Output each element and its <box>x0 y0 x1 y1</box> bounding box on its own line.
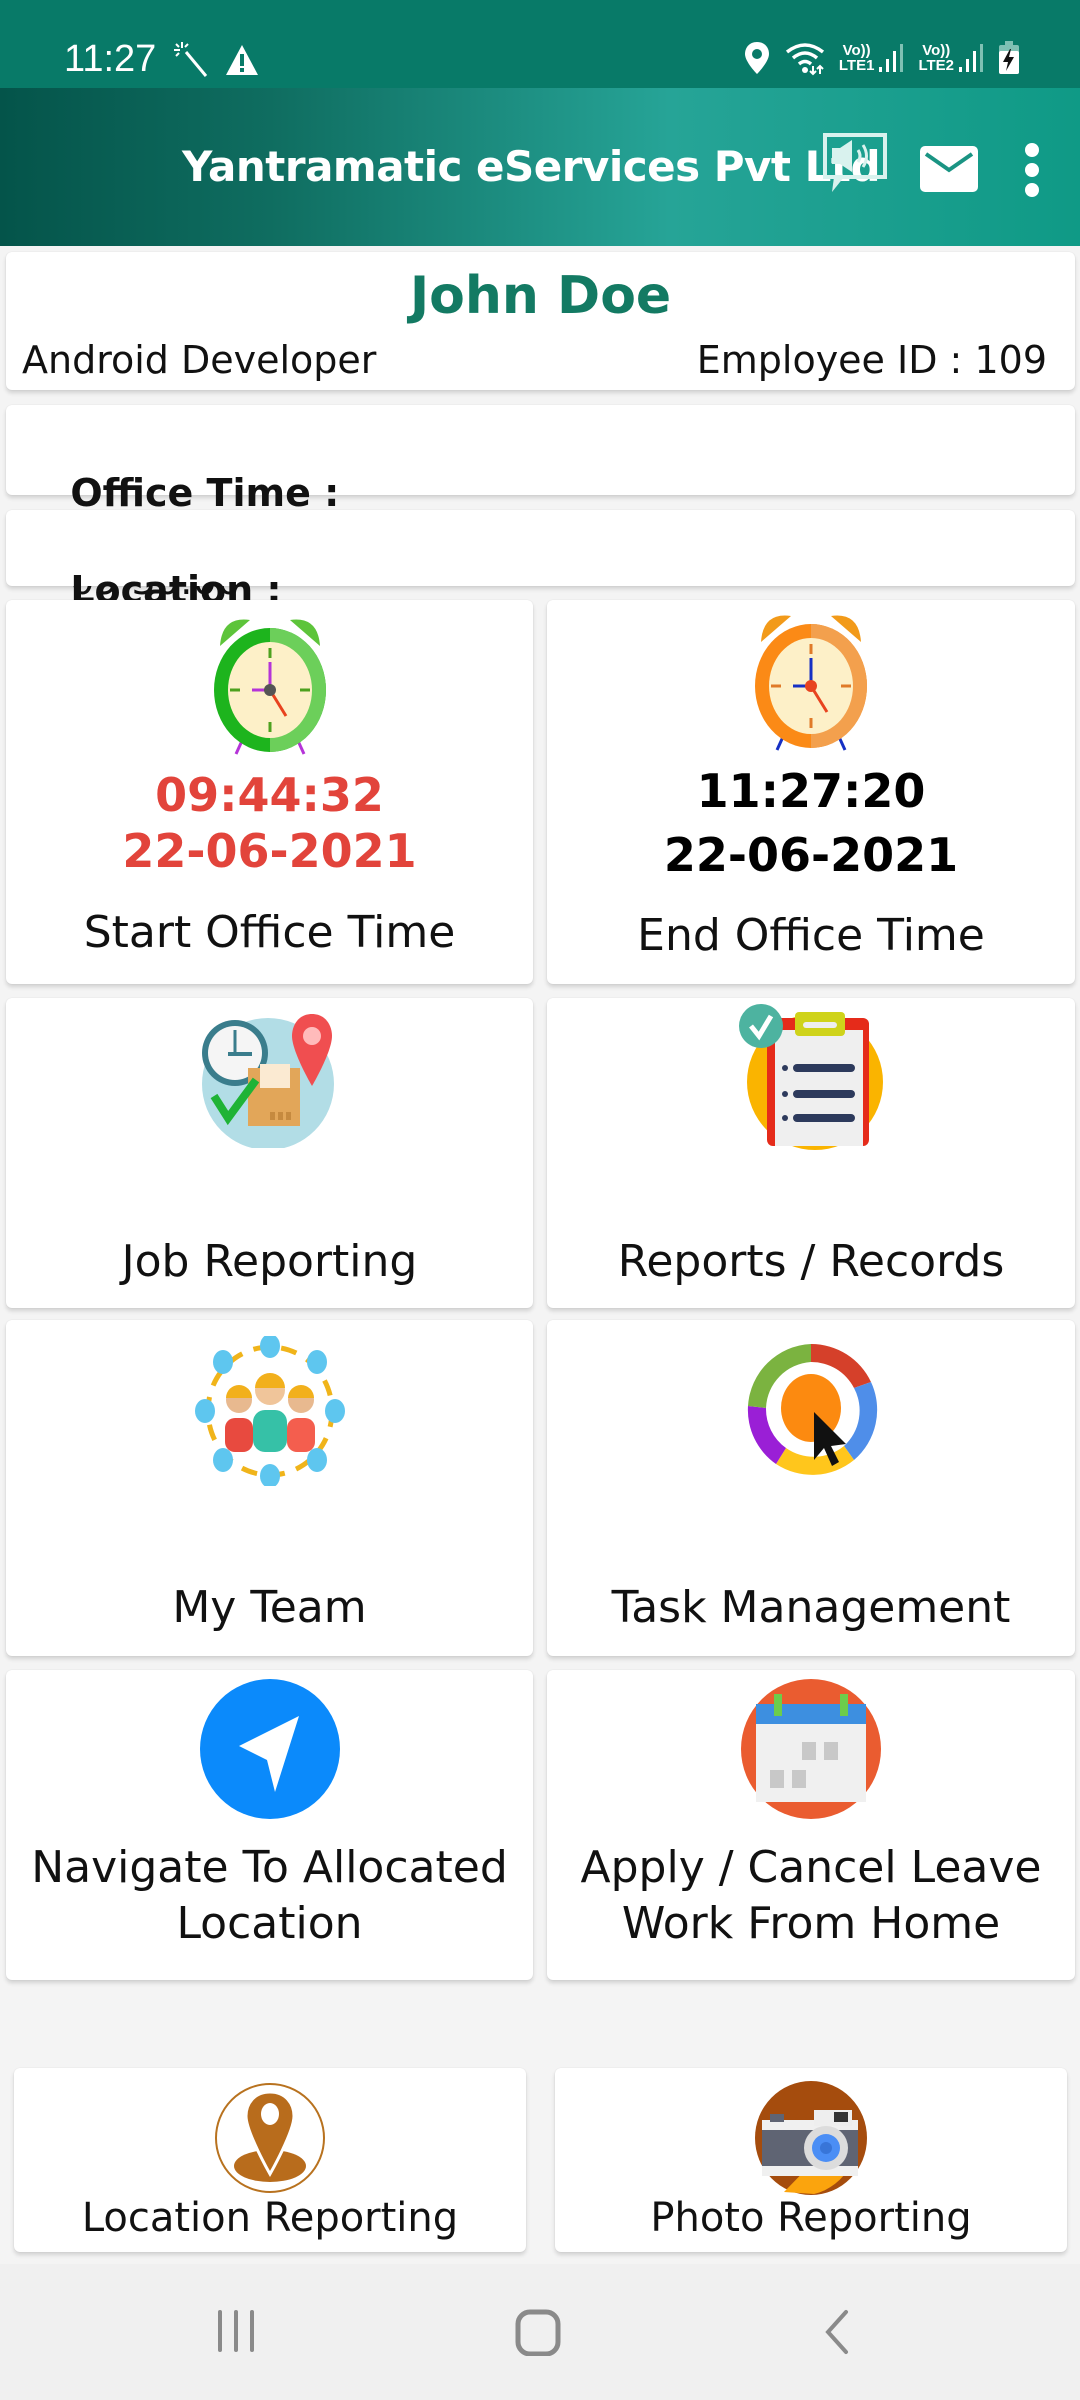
employee-role: Android Developer <box>22 338 377 382</box>
location-card: Location : Runwal Platinum <box>6 510 1075 656</box>
location-reporting-tile[interactable]: Location Reporting <box>14 2068 526 2252</box>
end-time: 11:27:20 <box>696 764 926 818</box>
job-reporting-icon <box>201 1014 334 1148</box>
end-office-time-tile[interactable]: 11:27:20 22-06-2021 End Office Time <box>547 600 1075 984</box>
back-icon[interactable] <box>822 2308 852 2356</box>
profile-card: John Doe Android Developer Employee ID :… <box>6 252 1075 390</box>
home-icon[interactable] <box>514 2308 564 2356</box>
more-vert-icon[interactable] <box>1022 142 1042 198</box>
location-reporting-label: Location Reporting <box>81 2195 459 2241</box>
employee-name: John Doe <box>409 266 672 326</box>
calendar-icon <box>741 1679 881 1819</box>
my-team-label: My Team <box>172 1582 367 1633</box>
announcement-icon[interactable] <box>822 132 888 194</box>
status-time: 11:27 <box>64 38 157 80</box>
job-reporting-label: Job Reporting <box>121 1236 418 1287</box>
clipboard-checklist-icon <box>739 1004 883 1150</box>
alarm-clock-orange-icon <box>755 615 867 751</box>
location-pin-icon <box>215 2083 325 2193</box>
photo-reporting-label: Photo Reporting <box>650 2195 972 2241</box>
alarm-clock-green-icon <box>213 619 326 755</box>
reports-records-label: Reports / Records <box>617 1236 1005 1287</box>
start-office-time-label: Start Office Time <box>83 907 456 958</box>
office-time-card: Office Time : From 09:30:00 To 18:30:00 <box>6 405 1075 691</box>
status-bar: 11:27 Vo)) LTE1 Vo)) LTE2 <box>0 0 1080 88</box>
sim2-signal-icon: Vo)) LTE2 <box>918 43 984 73</box>
start-date: 22-06-2021 <box>122 824 417 878</box>
camera-icon <box>755 2081 867 2195</box>
end-date: 22-06-2021 <box>663 828 959 882</box>
job-reporting-tile[interactable]: Job Reporting <box>6 998 533 1308</box>
sim1-signal-icon: Vo)) LTE1 <box>839 43 905 73</box>
battery-charging-icon <box>999 41 1019 74</box>
my-team-tile[interactable]: My Team <box>6 1320 533 1656</box>
warning-icon <box>226 45 258 75</box>
task-cycle-icon <box>747 1343 878 1475</box>
task-management-tile[interactable]: Task Management <box>547 1320 1075 1656</box>
magic-wand-icon <box>174 42 208 77</box>
navigation-arrow-icon <box>199 1679 340 1819</box>
end-office-time-label: End Office Time <box>637 910 985 961</box>
app-bar: Yantramatic eServices Pvt Ltd <box>0 88 1080 246</box>
mail-icon[interactable] <box>920 146 978 192</box>
office-time-label: Office Time : <box>70 471 340 515</box>
task-management-label: Task Management <box>611 1582 1011 1633</box>
wifi-icon <box>785 43 824 76</box>
recents-icon[interactable] <box>214 2308 260 2354</box>
navigate-location-tile[interactable]: Navigate To Allocated Location <box>6 1670 533 1980</box>
employee-id: Employee ID : 109 <box>696 338 1047 382</box>
start-time: 09:44:32 <box>155 768 384 822</box>
apply-leave-tile[interactable]: Apply / Cancel Leave Work From Home <box>547 1670 1075 1980</box>
team-icon <box>194 1336 345 1486</box>
system-nav-bar <box>0 2264 1080 2400</box>
start-office-time-tile[interactable]: 09:44:32 22-06-2021 Start Office Time <box>6 600 533 984</box>
apply-leave-label: Apply / Cancel Leave Work From Home <box>580 1842 1042 1949</box>
photo-reporting-tile[interactable]: Photo Reporting <box>555 2068 1067 2252</box>
location-icon <box>744 42 769 74</box>
navigate-location-label: Navigate To Allocated Location <box>31 1842 508 1949</box>
reports-records-tile[interactable]: Reports / Records <box>547 998 1075 1308</box>
app-title: Yantramatic eServices Pvt Ltd <box>182 142 881 191</box>
